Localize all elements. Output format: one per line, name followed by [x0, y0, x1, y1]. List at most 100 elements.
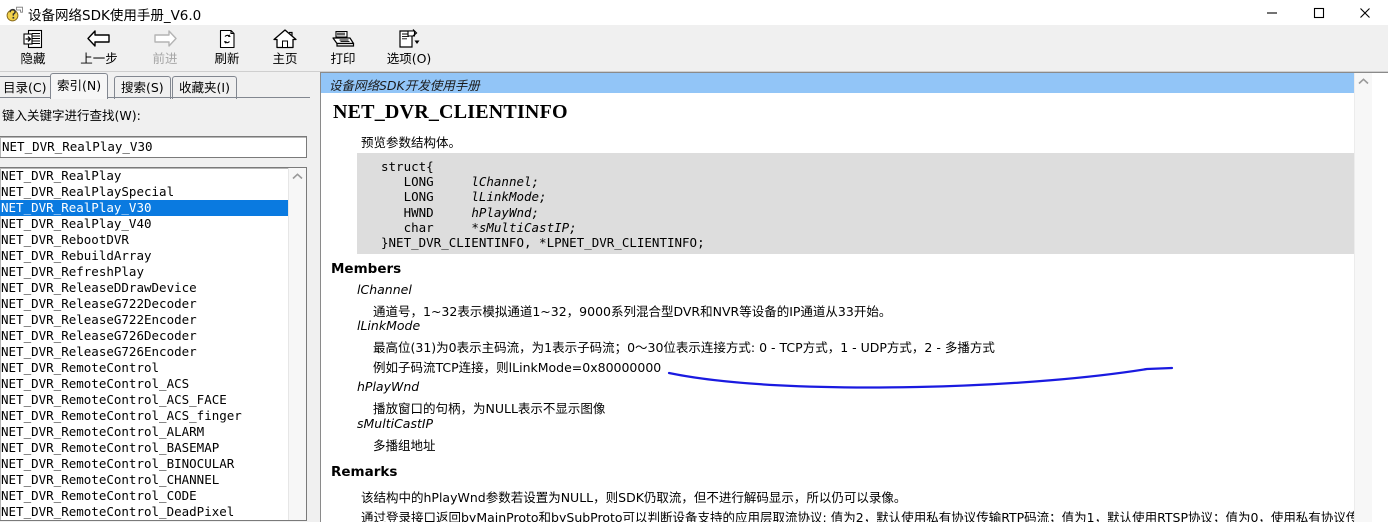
- forward-arrow-icon: [134, 27, 196, 51]
- tab-favorites-label: 收藏夹(I): [179, 80, 230, 95]
- keyword-label: 键入关键字进行查找(W):: [2, 108, 141, 123]
- tab-index[interactable]: 索引(N): [50, 73, 109, 99]
- tab-search[interactable]: 搜索(S): [114, 76, 171, 99]
- member-name-smulticastip: sMultiCastIP: [357, 416, 434, 431]
- document-pane: 设备网络SDK开发使用手册 NET_DVR_CLIENTINFO 预览参数结构体…: [320, 72, 1388, 522]
- home-icon: [254, 27, 316, 51]
- code-line-6: }NET_DVR_CLIENTINFO, *LPNET_DVR_CLIENTIN…: [381, 235, 705, 251]
- list-item[interactable]: NET_DVR_ReleaseG722Encoder: [0, 312, 288, 328]
- nav-tabs: 目录(C) 索引(N) 搜索(S) 收藏夹(I): [0, 72, 310, 99]
- list-item[interactable]: NET_DVR_RemoteControl_ALARM: [0, 424, 288, 440]
- code-line-3-name: lLinkMode;: [471, 189, 547, 205]
- member-desc2-llinkmode: 例如子码流TCP连接，则lLinkMode=0x80000000: [373, 360, 662, 375]
- index-list-items: NET_DVR_RealPlay NET_DVR_RealPlaySpecial N…: [0, 168, 288, 520]
- toolbar-button-print[interactable]: 打印: [312, 26, 374, 70]
- toolbar-label-forward: 前进: [152, 51, 178, 66]
- toolbar-label-home: 主页: [272, 51, 298, 66]
- toolbar-button-hide[interactable]: 隐藏: [2, 26, 64, 70]
- doc-banner-text: 设备网络SDK开发使用手册: [329, 78, 480, 93]
- list-item[interactable]: NET_DVR_RemoteControl_BINOCULAR: [0, 456, 288, 472]
- list-item[interactable]: NET_DVR_ReleaseDDrawDevice: [0, 280, 288, 296]
- toolbar-button-options[interactable]: 选项(O): [372, 26, 446, 70]
- toolbar-label-hide: 隐藏: [20, 51, 46, 66]
- navigation-pane: 目录(C) 索引(N) 搜索(S) 收藏夹(I) 键入关键字进行查找(W): N…: [0, 72, 310, 522]
- keyword-input[interactable]: NET_DVR_RealPlay_V30: [0, 136, 307, 158]
- list-item[interactable]: NET_DVR_RealPlay: [0, 168, 288, 184]
- toolbar-button-forward[interactable]: 前进: [134, 26, 196, 70]
- tab-search-label: 搜索(S): [121, 80, 164, 95]
- toolbar-label-options: 选项(O): [386, 51, 432, 66]
- code-line-2-type: LONG: [403, 174, 434, 190]
- toolbar: 隐藏 上一步 前进 刷新 主页 打印 选项(O): [0, 25, 1388, 72]
- list-item[interactable]: NET_DVR_RemoteControl: [0, 360, 288, 376]
- tab-index-label: 索引(N): [57, 78, 102, 93]
- list-item[interactable]: NET_DVR_ReleaseG726Encoder: [0, 344, 288, 360]
- member-desc-smulticastip: 多播组地址: [373, 438, 436, 453]
- toolbar-button-home[interactable]: 主页: [254, 26, 316, 70]
- list-item[interactable]: NET_DVR_RemoteControl_ACS: [0, 376, 288, 392]
- scroll-up-icon[interactable]: [1355, 73, 1372, 90]
- handdrawn-underline-annotation: [667, 366, 1174, 389]
- tab-favorites[interactable]: 收藏夹(I): [172, 76, 237, 99]
- toolbar-button-refresh[interactable]: 刷新: [196, 26, 258, 70]
- list-item[interactable]: NET_DVR_RemoteControl_CHANNEL: [0, 472, 288, 488]
- page-intro: 预览参数结构体。: [361, 135, 462, 150]
- index-list-scrollbar[interactable]: [288, 168, 306, 520]
- remarks-line-1: 该结构中的hPlayWnd参数若设置为NULL，则SDK仍取流，但不进行解码显示…: [361, 490, 907, 505]
- list-item[interactable]: NET_DVR_RebuildArray: [0, 248, 288, 264]
- code-line-5-type: char: [403, 219, 434, 235]
- index-list[interactable]: NET_DVR_RealPlay NET_DVR_RealPlaySpecial N…: [0, 167, 307, 521]
- remarks-line-2: 通过登录接口返回byMainProto和bySubProto可以判断设备支持的应…: [361, 510, 1372, 522]
- print-icon: [312, 27, 374, 51]
- chm-help-window: 设备网络SDK使用手册_V6.0 隐藏 上一步 前进 刷新 主页 打印 选项(O…: [0, 0, 1388, 522]
- tab-contents-label: 目录(C): [3, 80, 47, 95]
- code-block-text: struct{ LONG lChannel; LONG lLinkMode; H…: [357, 153, 1361, 250]
- code-line-2-name: lChannel;: [471, 174, 540, 190]
- window-title: 设备网络SDK使用手册_V6.0: [28, 8, 202, 24]
- list-item[interactable]: NET_DVR_ReleaseG726Decoder: [0, 328, 288, 344]
- list-item[interactable]: NET_DVR_RemoteControl_ACS_finger: [0, 408, 288, 424]
- refresh-icon: [196, 27, 258, 51]
- page-title: NET_DVR_CLIENTINFO: [333, 101, 568, 123]
- list-item[interactable]: NET_DVR_RebootDVR: [0, 232, 288, 248]
- list-item[interactable]: NET_DVR_RealPlaySpecial: [0, 184, 288, 200]
- maximize-button[interactable]: [1296, 0, 1342, 25]
- toolbar-button-back[interactable]: 上一步: [68, 26, 130, 70]
- member-desc-hplaywnd: 播放窗口的句柄，为NULL表示不显示图像: [373, 401, 606, 416]
- list-item[interactable]: NET_DVR_RemoteControl_CODE: [0, 488, 288, 504]
- tab-contents[interactable]: 目录(C): [0, 76, 54, 99]
- tab-strip-underline: [0, 97, 310, 98]
- code-line-4-type: HWND: [403, 204, 434, 220]
- member-desc-lchannel: 通道号，1~32表示模拟通道1~32，9000系列混合型DVR和NVR等设备的I…: [373, 304, 892, 319]
- scroll-up-icon[interactable]: [289, 168, 306, 185]
- toolbar-label-back: 上一步: [80, 51, 118, 66]
- code-line-1: struct{: [381, 159, 434, 174]
- list-item[interactable]: NET_DVR_RemoteControl_ACS_FACE: [0, 392, 288, 408]
- pane-splitter[interactable]: [310, 72, 320, 522]
- help-question-icon: [6, 4, 24, 22]
- list-item[interactable]: NET_DVR_RefreshPlay: [0, 264, 288, 280]
- member-name-hplaywnd: hPlayWnd: [357, 379, 420, 394]
- close-button[interactable]: [1342, 0, 1388, 25]
- member-name-lchannel: lChannel: [357, 282, 412, 297]
- list-item[interactable]: NET_DVR_RemoteControl_DeadPixel: [0, 504, 288, 520]
- code-line-3-type: LONG: [403, 189, 434, 205]
- remarks-heading: Remarks: [331, 464, 398, 480]
- keyword-input-value: NET_DVR_RealPlay_V30: [2, 139, 153, 154]
- code-block: struct{ LONG lChannel; LONG lLinkMode; H…: [357, 153, 1361, 254]
- options-icon: [372, 27, 446, 51]
- document-scrollbar[interactable]: [1354, 73, 1372, 522]
- back-arrow-icon: [68, 27, 130, 51]
- toolbar-label-print: 打印: [330, 51, 356, 66]
- list-item[interactable]: NET_DVR_ReleaseG722Decoder: [0, 296, 288, 312]
- code-line-5-name: *sMultiCastIP;: [471, 219, 577, 235]
- minimize-button[interactable]: [1249, 0, 1295, 25]
- list-item[interactable]: NET_DVR_RealPlay_V40: [0, 216, 288, 232]
- toolbar-label-refresh: 刷新: [214, 51, 240, 66]
- members-heading: Members: [331, 261, 402, 277]
- list-item[interactable]: NET_DVR_RemoteControl_BASEMAP: [0, 440, 288, 456]
- title-bar: 设备网络SDK使用手册_V6.0: [0, 0, 1388, 25]
- doc-banner: 设备网络SDK开发使用手册: [321, 73, 1363, 93]
- list-item[interactable]: NET_DVR_RealPlay_V30: [0, 200, 288, 216]
- member-desc-llinkmode: 最高位(31)为0表示主码流，为1表示子码流；0～30位表示连接方式: 0 - …: [373, 340, 995, 355]
